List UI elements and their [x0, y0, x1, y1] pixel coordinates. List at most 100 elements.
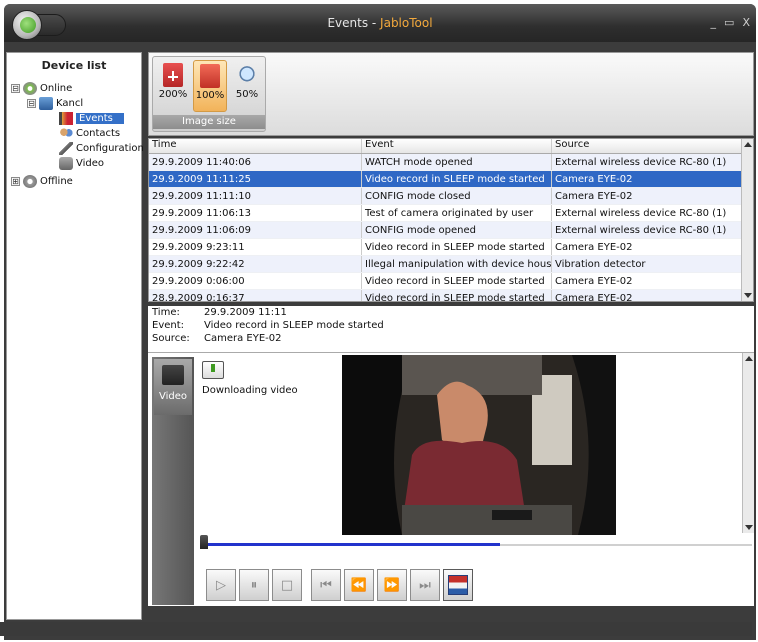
- video-camera-icon: [162, 365, 184, 385]
- ribbon-toolbar: 200% 100% 50% Image size: [148, 52, 754, 136]
- zoom-100-button[interactable]: 100%: [193, 60, 227, 112]
- event-cell: Video record in SLEEP mode started: [362, 239, 552, 255]
- maximize-button[interactable]: ▭: [724, 16, 734, 29]
- table-row[interactable]: 29.9.2009 9:22:42 Illegal manipulation wi…: [149, 256, 753, 273]
- close-button[interactable]: X: [742, 16, 750, 29]
- table-row[interactable]: 29.9.2009 9:23:11 Video record in SLEEP m…: [149, 239, 753, 256]
- download-icon: [202, 361, 224, 379]
- first-frame-button[interactable]: ⏮: [311, 569, 341, 601]
- minimize-button[interactable]: _: [711, 16, 717, 29]
- timeline-progress: [204, 543, 500, 546]
- time-cell: 29.9.2009 11:11:25: [149, 171, 362, 187]
- pause-button[interactable]: ⏸: [239, 569, 269, 601]
- table-row[interactable]: 29.9.2009 11:06:13 Test of camera origina…: [149, 205, 753, 222]
- device-list-title: Device list: [41, 59, 107, 72]
- pause-icon: ⏸: [250, 577, 258, 593]
- video-frame: [342, 355, 616, 535]
- table-row[interactable]: 29.9.2009 11:40:06 WATCH mode opened Exter…: [149, 154, 753, 171]
- table-header: Time Event Source: [149, 139, 753, 154]
- source-label: Source:: [152, 333, 190, 344]
- column-header-event[interactable]: Event: [362, 139, 552, 153]
- stop-button[interactable]: □: [272, 569, 302, 601]
- source-cell: External wireless device RC-80 (1): [555, 208, 727, 219]
- zoom-out-icon: [237, 63, 257, 87]
- scroll-up-icon[interactable]: [744, 142, 752, 147]
- video-timeline[interactable]: [200, 535, 752, 549]
- contacts-icon: [59, 127, 73, 140]
- image-size-label: Image size: [153, 115, 265, 129]
- time-cell: 29.9.2009 11:40:06: [149, 154, 362, 170]
- time-cell: 29.9.2009 11:06:13: [149, 205, 362, 221]
- gear-icon: [23, 82, 37, 95]
- table-row[interactable]: 29.9.2009 11:06:09 CONFIG mode opened Exte…: [149, 222, 753, 239]
- scroll-down-icon[interactable]: [745, 525, 753, 530]
- time-cell: 29.9.2009 11:11:10: [149, 188, 362, 204]
- events-table: Time Event Source 29.9.2009 11:40:06 WATC…: [148, 138, 754, 302]
- source-cell: Camera EYE-02: [555, 276, 633, 287]
- timeline-thumb[interactable]: [200, 535, 208, 549]
- last-frame-button[interactable]: ⏭: [410, 569, 440, 601]
- event-details: Time: 29.9.2009 11:11 Event: Video record …: [148, 306, 754, 352]
- events-flag-icon: [59, 112, 73, 125]
- zoom-200-button[interactable]: 200%: [156, 60, 190, 112]
- zoom-50-button[interactable]: 50%: [230, 60, 264, 112]
- tree-item-video[interactable]: Video: [59, 156, 104, 171]
- column-header-time[interactable]: Time: [149, 139, 362, 153]
- column-header-source[interactable]: Source: [552, 139, 742, 153]
- tree-item-offline[interactable]: ⊞ Offline: [11, 174, 73, 189]
- time-cell: 29.9.2009 0:06:00: [149, 273, 362, 289]
- tree-item-configuration[interactable]: Configuration: [59, 141, 144, 156]
- video-scrollbar[interactable]: [742, 353, 754, 533]
- fast-forward-icon: ⏩: [383, 577, 401, 593]
- video-panel: Video Downloading video ▷ ⏸ □ ⏮ ⏪ ⏩ ⏭: [148, 352, 754, 606]
- event-cell: Illegal manipulation with device housing: [362, 256, 552, 272]
- collapse-icon[interactable]: ⊟: [27, 99, 36, 108]
- fast-forward-button[interactable]: ⏩: [377, 569, 407, 601]
- table-row[interactable]: 29.9.2009 11:11:25 Video record in SLEEP …: [149, 171, 753, 188]
- table-scrollbar[interactable]: [741, 139, 753, 301]
- event-cell: CONFIG mode opened: [362, 222, 552, 238]
- table-row[interactable]: 29.9.2009 11:11:10 CONFIG mode closed Came…: [149, 188, 753, 205]
- rewind-icon: ⏪: [350, 577, 368, 593]
- event-cell: WATCH mode opened: [362, 154, 552, 170]
- source-cell: External wireless device RC-80 (1): [555, 157, 727, 168]
- source-cell: Vibration detector: [555, 259, 646, 270]
- collapse-icon[interactable]: ⊟: [11, 84, 20, 93]
- stop-icon: □: [280, 577, 294, 593]
- actual-size-icon: [200, 64, 220, 88]
- tree-item-kancl[interactable]: ⊟ Kancl: [27, 96, 83, 111]
- scroll-up-icon[interactable]: [745, 356, 753, 361]
- tree-item-contacts[interactable]: Contacts: [59, 126, 120, 141]
- status-bar: [0, 622, 752, 636]
- source-value: Camera EYE-02: [204, 333, 282, 344]
- tree-item-online[interactable]: ⊟ Online: [11, 81, 72, 96]
- skip-end-icon: ⏭: [419, 577, 431, 593]
- table-row[interactable]: 29.9.2009 0:06:00 Video record in SLEEP m…: [149, 273, 753, 290]
- event-cell: Test of camera originated by user: [362, 205, 552, 221]
- event-value: Video record in SLEEP mode started: [204, 320, 384, 331]
- rewind-button[interactable]: ⏪: [344, 569, 374, 601]
- play-icon: ▷: [216, 577, 226, 593]
- expand-icon[interactable]: ⊞: [11, 177, 20, 186]
- scroll-down-icon[interactable]: [744, 293, 752, 298]
- time-cell: 29.9.2009 9:22:42: [149, 256, 362, 272]
- video-tab-button[interactable]: Video: [154, 359, 192, 415]
- source-cell: Camera EYE-02: [555, 174, 633, 185]
- save-icon: [448, 575, 468, 595]
- source-cell: Camera EYE-02: [555, 293, 633, 302]
- device-list-panel: Device list ⊟ Online ⊟ Kancl Events Cont…: [6, 52, 144, 620]
- tree-item-events[interactable]: Events: [59, 111, 124, 126]
- computer-icon: [39, 97, 53, 110]
- event-cell: Video record in SLEEP mode started: [362, 273, 552, 289]
- save-video-button[interactable]: [443, 569, 473, 601]
- table-row[interactable]: 28.9.2009 0:16:37 Video record in SLEEP m…: [149, 290, 753, 302]
- time-cell: 29.9.2009 11:06:09: [149, 222, 362, 238]
- source-cell: Camera EYE-02: [555, 191, 633, 202]
- wrench-icon: [59, 142, 73, 155]
- play-button[interactable]: ▷: [206, 569, 236, 601]
- event-cell: Video record in SLEEP mode started: [362, 171, 552, 187]
- event-label: Event:: [152, 320, 185, 331]
- download-status: Downloading video: [202, 385, 298, 396]
- time-label: Time:: [152, 307, 180, 318]
- camera-icon: [59, 157, 73, 170]
